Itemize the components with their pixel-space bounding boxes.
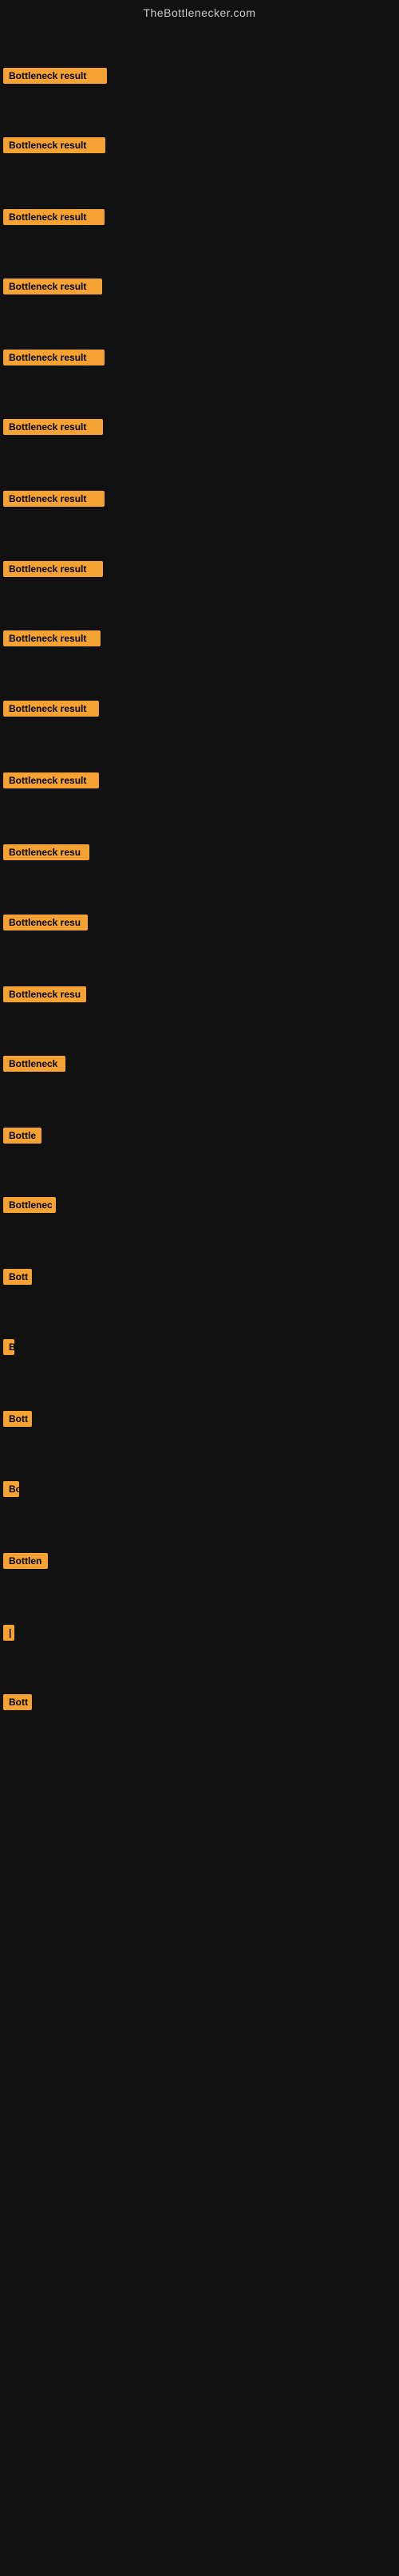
bottleneck-badge-10[interactable]: Bottleneck result: [3, 701, 99, 717]
bottleneck-row-7[interactable]: Bottleneck result: [3, 491, 105, 511]
site-title: TheBottlenecker.com: [0, 0, 399, 22]
bottleneck-row-21[interactable]: Bo: [3, 1481, 19, 1501]
bottleneck-row-10[interactable]: Bottleneck result: [3, 701, 99, 721]
bottleneck-badge-8[interactable]: Bottleneck result: [3, 561, 103, 577]
bottleneck-badge-13[interactable]: Bottleneck resu: [3, 915, 88, 930]
bottleneck-row-3[interactable]: Bottleneck result: [3, 209, 105, 229]
bottleneck-badge-24[interactable]: Bott: [3, 1694, 32, 1710]
bottleneck-badge-4[interactable]: Bottleneck result: [3, 279, 102, 294]
bottleneck-badge-21[interactable]: Bo: [3, 1481, 19, 1497]
bottleneck-row-14[interactable]: Bottleneck resu: [3, 986, 86, 1006]
bottleneck-badge-3[interactable]: Bottleneck result: [3, 209, 105, 225]
bottleneck-row-20[interactable]: Bott: [3, 1411, 32, 1431]
bottleneck-row-6[interactable]: Bottleneck result: [3, 419, 103, 439]
bottleneck-badge-2[interactable]: Bottleneck result: [3, 137, 105, 153]
bottleneck-row-24[interactable]: Bott: [3, 1694, 32, 1714]
bottleneck-row-19[interactable]: B: [3, 1339, 14, 1359]
bottleneck-badge-16[interactable]: Bottle: [3, 1128, 41, 1144]
bottleneck-row-11[interactable]: Bottleneck result: [3, 772, 99, 792]
bottleneck-badge-11[interactable]: Bottleneck result: [3, 772, 99, 788]
bottleneck-row-18[interactable]: Bott: [3, 1269, 32, 1289]
bottleneck-row-13[interactable]: Bottleneck resu: [3, 915, 88, 934]
site-title-container: TheBottlenecker.com: [0, 0, 399, 22]
bottleneck-row-8[interactable]: Bottleneck result: [3, 561, 103, 581]
bottleneck-badge-14[interactable]: Bottleneck resu: [3, 986, 86, 1002]
bottleneck-row-2[interactable]: Bottleneck result: [3, 137, 105, 157]
rows-container: Bottleneck result Bottleneck result Bottle…: [0, 22, 399, 2576]
bottleneck-badge-19[interactable]: B: [3, 1339, 14, 1355]
bottleneck-row-1[interactable]: Bottleneck result: [3, 68, 107, 88]
bottleneck-badge-9[interactable]: Bottleneck result: [3, 630, 101, 646]
bottleneck-badge-7[interactable]: Bottleneck result: [3, 491, 105, 507]
bottleneck-badge-18[interactable]: Bott: [3, 1269, 32, 1285]
bottleneck-row-23[interactable]: |: [3, 1625, 14, 1645]
bottleneck-row-16[interactable]: Bottle: [3, 1128, 41, 1148]
bottleneck-badge-1[interactable]: Bottleneck result: [3, 68, 107, 84]
bottleneck-badge-20[interactable]: Bott: [3, 1411, 32, 1427]
bottleneck-row-4[interactable]: Bottleneck result: [3, 279, 102, 298]
bottleneck-row-12[interactable]: Bottleneck resu: [3, 844, 89, 864]
bottleneck-badge-6[interactable]: Bottleneck result: [3, 419, 103, 435]
bottleneck-badge-15[interactable]: Bottleneck: [3, 1056, 65, 1072]
bottleneck-badge-5[interactable]: Bottleneck result: [3, 350, 105, 365]
bottleneck-row-22[interactable]: Bottlen: [3, 1553, 48, 1573]
bottleneck-badge-22[interactable]: Bottlen: [3, 1553, 48, 1569]
bottleneck-row-15[interactable]: Bottleneck: [3, 1056, 65, 1076]
bottleneck-row-17[interactable]: Bottlenec: [3, 1197, 56, 1217]
bottleneck-badge-23[interactable]: |: [3, 1625, 14, 1641]
bottleneck-row-9[interactable]: Bottleneck result: [3, 630, 101, 650]
bottleneck-badge-12[interactable]: Bottleneck resu: [3, 844, 89, 860]
bottleneck-badge-17[interactable]: Bottlenec: [3, 1197, 56, 1213]
bottleneck-row-5[interactable]: Bottleneck result: [3, 350, 105, 369]
